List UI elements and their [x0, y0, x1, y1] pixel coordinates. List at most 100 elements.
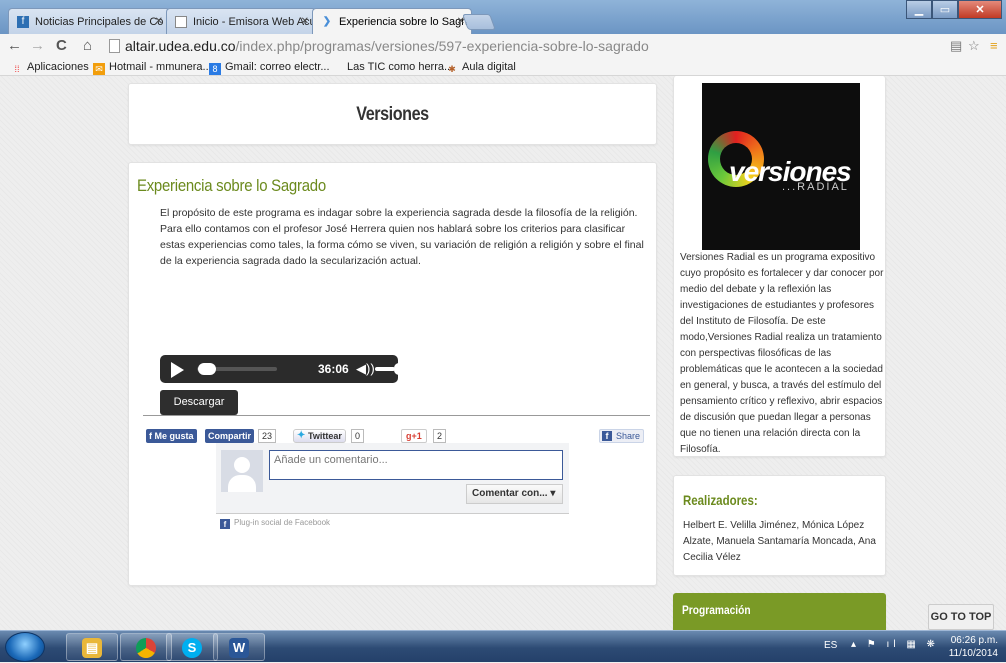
plugin-label: Plug-in social de Facebook [234, 518, 331, 527]
bookmark-aula[interactable]: ✱ Aula digital [446, 59, 516, 75]
comment-with-dropdown[interactable]: Comentar con... ▾ [466, 484, 563, 504]
taskbar-chrome[interactable] [120, 633, 172, 661]
tweet-button[interactable]: ✦ Twittear [293, 429, 346, 443]
close-tab-icon[interactable]: ✕ [155, 9, 163, 34]
bookmark-label: Gmail: correo electr... [225, 61, 330, 73]
word-icon: W [229, 638, 249, 658]
credits-text: Helbert E. Velilla Jiménez, Mónica López… [683, 520, 876, 563]
explorer-icon: ▤ [82, 638, 102, 658]
article-title[interactable]: Experiencia sobre lo Sagrado [137, 176, 326, 196]
player-time: 36:06 [318, 362, 349, 376]
url-path: /index.php/programas/versiones/597-exper… [235, 38, 649, 54]
page-icon [175, 16, 187, 28]
gplus-label: +1 [411, 431, 422, 441]
new-tab-button[interactable] [462, 14, 496, 30]
programming-title: Programación [682, 603, 751, 617]
home-icon[interactable]: ⌂ [83, 36, 92, 56]
f-icon: f [602, 431, 612, 441]
clock-time: 06:26 p.m. [950, 635, 998, 646]
go-to-top-button[interactable]: GO TO TOP [928, 604, 994, 630]
language-indicator[interactable]: ES [824, 640, 837, 651]
tweet-label: Twittear [308, 431, 342, 441]
blank-page-icon [331, 60, 343, 72]
chevron-icon: ❯ [322, 16, 332, 27]
apps-grid-icon: ⁞⁞ [14, 64, 20, 74]
window-controls: ▁ ▭ ✕ [906, 0, 1002, 20]
twitter-bird-icon: ✦ [297, 430, 306, 441]
play-icon[interactable] [171, 362, 184, 378]
tab-label: Noticias Principales de Co [35, 16, 164, 28]
skype-icon: S [182, 638, 202, 658]
taskbar-skype[interactable]: S [166, 633, 218, 661]
credits-title: Realizadores: [683, 492, 758, 508]
browser-toolbar: ← → C ⌂ altair.udea.edu.co/index.php/pro… [0, 34, 1006, 58]
star-icon[interactable]: ☆ [968, 38, 980, 54]
browser-tab-bar: f Noticias Principales de Co ✕ Inicio - … [0, 0, 1006, 35]
article-description: El propósito de este programa es indagar… [160, 207, 644, 267]
minimize-icon[interactable]: ▁ [906, 0, 932, 19]
windows-taskbar: ▤ S W ES ▴ ⚑ ıl ▦ ❋ 06:26 p.m. 11/10/201… [0, 630, 1006, 662]
f-icon: f [220, 519, 230, 529]
fb-like-button[interactable]: f Me gusta [146, 429, 197, 443]
fb-share-button[interactable]: Compartir [205, 429, 255, 443]
maximize-icon[interactable]: ▭ [932, 0, 958, 19]
like-label: Me gusta [154, 431, 194, 441]
reload-icon[interactable]: C [56, 36, 67, 56]
comment-with-label: Comentar con... [472, 488, 548, 499]
tab-label: Inicio - Emisora Web Acú [193, 16, 316, 28]
fb-share-label: Share [616, 431, 641, 441]
volume-knob[interactable] [394, 363, 404, 375]
bookmark-hotmail[interactable]: ✉ Hotmail - mmunera... [93, 59, 212, 75]
article-card: Experiencia sobre lo Sagrado El propósit… [128, 162, 657, 586]
progress-knob[interactable] [198, 363, 216, 375]
tab-noticias[interactable]: f Noticias Principales de Co ✕ [8, 8, 170, 34]
tab-inicio[interactable]: Inicio - Emisora Web Acú ✕ [166, 8, 316, 34]
download-button[interactable]: Descargar [160, 390, 238, 415]
tray-icons[interactable]: ▴ ⚑ ıl ▦ ❋ [851, 639, 939, 650]
reader-icon[interactable]: ▤ [950, 38, 962, 54]
fb-plugin-note[interactable]: f Plug-in social de Facebook [220, 517, 330, 529]
address-bar[interactable]: altair.udea.edu.co/index.php/programas/v… [107, 36, 937, 56]
taskbar-word[interactable]: W [213, 633, 265, 661]
chevron-down-icon: ▾ [550, 488, 556, 499]
credits-card: Realizadores: Helbert E. Velilla Jiménez… [673, 475, 886, 576]
comment-input[interactable]: Añade un comentario... [269, 450, 563, 480]
volume-icon[interactable]: ◀)) [356, 355, 375, 383]
page-icon [109, 39, 120, 53]
tweet-count: 0 [351, 429, 365, 443]
volume-bar[interactable] [375, 367, 395, 371]
system-tray: ES ▴ ⚑ ıl ▦ ❋ 06:26 p.m. 11/10/2014 [816, 631, 1006, 663]
clock[interactable]: 06:26 p.m. 11/10/2014 [949, 634, 998, 660]
page-viewport: Versiones Experiencia sobre lo Sagrado E… [0, 76, 1006, 630]
forward-arrow-icon[interactable]: → [30, 36, 45, 56]
menu-icon[interactable]: ≡ [990, 38, 998, 53]
clock-date: 11/10/2014 [948, 648, 998, 659]
share-count: 23 [258, 429, 277, 443]
logo-subtitle: ...RADIAL [782, 181, 849, 193]
close-tab-icon[interactable]: ✕ [457, 9, 465, 35]
tab-label: Experiencia sobre lo Sagra [339, 16, 472, 28]
bookmark-gmail[interactable]: 8 Gmail: correo electr... [209, 59, 330, 75]
gplus-count: 2 [433, 429, 447, 443]
social-share-bar: f Me gusta Compartir 23 ✦ Twittear 0 g+1 … [143, 415, 650, 445]
tab-experiencia[interactable]: ❯ Experiencia sobre lo Sagra ✕ [312, 8, 472, 35]
bookmark-label: Las TIC como herra... [347, 61, 454, 73]
close-icon[interactable]: ✕ [958, 0, 1002, 19]
programming-card[interactable]: Programación [673, 593, 886, 630]
bookmark-label: Hotmail - mmunera... [109, 61, 212, 73]
back-arrow-icon[interactable]: ← [7, 36, 22, 56]
section-title-card: Versiones [128, 83, 657, 145]
section-title: Versiones [356, 104, 429, 125]
bookmarks-bar: ⁞⁞ Aplicaciones ✉ Hotmail - mmunera... 8 Gm… [0, 58, 1006, 76]
bookmark-tic[interactable]: Las TIC como herra... [331, 59, 453, 75]
close-tab-icon[interactable]: ✕ [301, 9, 309, 34]
bookmark-aplicaciones[interactable]: ⁞⁞ Aplicaciones [11, 59, 88, 75]
versiones-radial-logo: versiones ...RADIAL [702, 83, 860, 250]
aula-icon: ✱ [448, 64, 456, 74]
hotmail-icon: ✉ [93, 63, 105, 75]
taskbar-explorer[interactable]: ▤ [66, 633, 118, 661]
fb-share-small-button[interactable]: f Share [599, 429, 645, 443]
start-button[interactable] [5, 632, 45, 662]
gplus-button[interactable]: g+1 [401, 429, 427, 443]
audio-player: 36:06 ◀)) [160, 355, 404, 383]
